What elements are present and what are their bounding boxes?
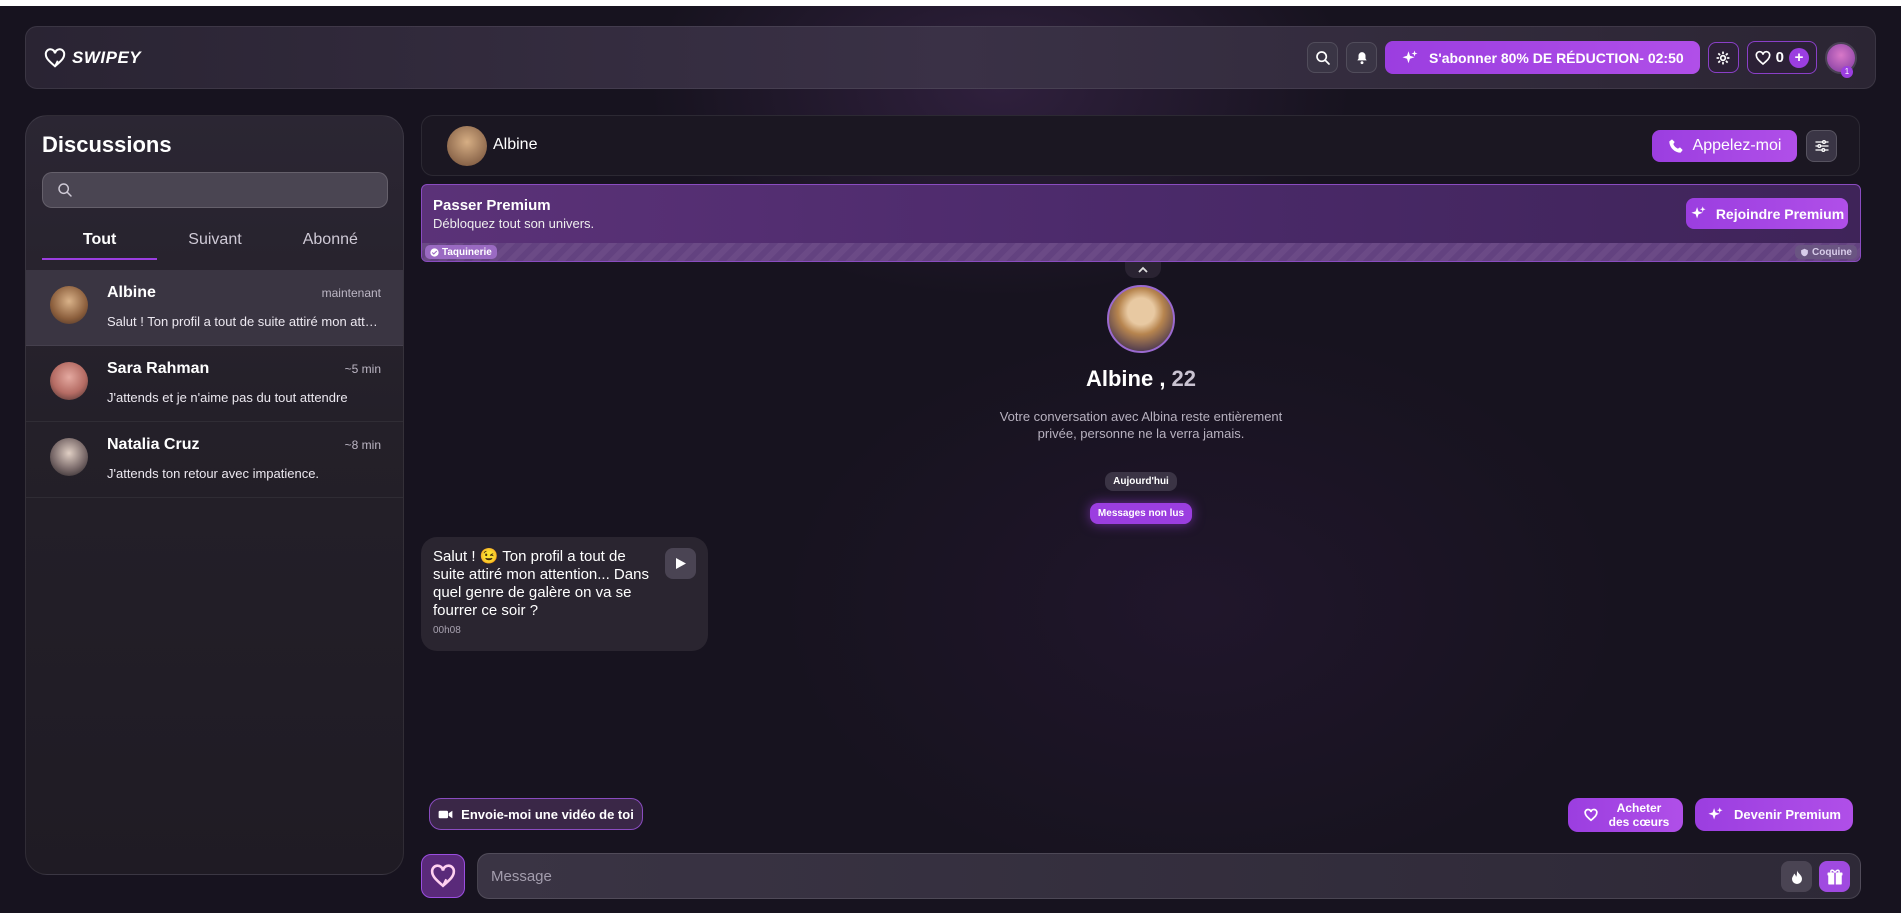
- sliders-icon: [1814, 140, 1829, 152]
- buy-hearts-label-line2: des cœurs: [1608, 815, 1670, 829]
- profile-name: Albine: [1085, 366, 1154, 391]
- gift-icon: [1827, 869, 1842, 884]
- conversation-time: maintenant: [321, 286, 381, 300]
- play-audio-button[interactable]: [665, 548, 696, 579]
- level-current-tag: Taquinerie: [425, 245, 497, 259]
- level-next-label: Coquine: [1812, 246, 1852, 258]
- buy-hearts-button[interactable]: Acheter des cœurs: [1568, 798, 1683, 832]
- user-avatar[interactable]: 1: [1825, 41, 1857, 78]
- subscribe-label: S'abonner 80% DE RÉDUCTION- 02:50: [1429, 49, 1684, 66]
- conversation-name: Sara Rahman: [107, 360, 210, 377]
- profile-age: 22: [1171, 366, 1197, 391]
- gift-button[interactable]: [1819, 861, 1850, 892]
- play-icon: [675, 558, 686, 569]
- subscribe-button[interactable]: S'abonner 80% DE RÉDUCTION- 02:50: [1385, 41, 1700, 74]
- heart-icon: [1584, 808, 1598, 822]
- message-bubble: Salut ! 😉 Ton profil a tout de suite att…: [421, 537, 708, 651]
- profile-name-age: Albine , 22: [1085, 366, 1197, 391]
- join-premium-button[interactable]: Rejoindre Premium: [1686, 198, 1848, 229]
- profile-avatar[interactable]: [1107, 285, 1175, 353]
- conversation-name: Natalia Cruz: [107, 436, 200, 453]
- message-input[interactable]: [491, 867, 1691, 885]
- message-time: 00h08: [433, 625, 461, 636]
- avatar: [50, 438, 88, 476]
- sparkles-icon: [1708, 807, 1723, 820]
- sparkles-icon: [1691, 206, 1706, 219]
- heart-logo-icon: [44, 47, 66, 68]
- search-icon: [58, 183, 72, 197]
- premium-banner: Passer Premium Débloquez tout son univer…: [421, 184, 1861, 262]
- premium-subtitle: Débloquez tout son univers.: [433, 216, 595, 231]
- bell-icon: [1356, 51, 1367, 64]
- sidebar-title: Discussions: [42, 132, 172, 157]
- level-progress-bar: Taquinerie Coquine: [422, 243, 1860, 261]
- video-camera-icon: [438, 810, 453, 818]
- avatar: [50, 362, 88, 400]
- conversation-item-natalia-cruz[interactable]: Natalia Cruz ~8 min J'attends ton retour…: [26, 422, 403, 498]
- tab-suivant[interactable]: Suivant: [157, 224, 272, 260]
- logo[interactable]: SWIPEY: [44, 47, 141, 69]
- date-pill: Aujourd'hui: [1105, 472, 1177, 491]
- message-text: Salut ! 😉 Ton profil a tout de suite att…: [433, 548, 649, 619]
- chat-settings-button[interactable]: [1806, 130, 1837, 162]
- sparkles-icon: [1402, 50, 1418, 63]
- conversation-preview: J'attends ton retour avec impatience.: [107, 466, 320, 481]
- level-next-tag: Coquine: [1795, 245, 1857, 259]
- contact-avatar[interactable]: [447, 126, 487, 166]
- tab-tout[interactable]: Tout: [42, 224, 158, 260]
- search-button[interactable]: [1307, 42, 1339, 73]
- call-label: Appelez-moi: [1692, 137, 1782, 154]
- fire-icon: [1791, 870, 1802, 884]
- send-heart-button[interactable]: [421, 854, 465, 898]
- buy-hearts-label-line1: Acheter: [1616, 801, 1662, 815]
- notifications-button[interactable]: [1346, 42, 1378, 73]
- become-premium-button[interactable]: Devenir Premium: [1695, 798, 1853, 831]
- conversation-time: ~8 min: [344, 438, 381, 452]
- gear-icon: [1716, 51, 1730, 64]
- shield-icon: [1801, 248, 1808, 256]
- tab-abonne[interactable]: Abonné: [273, 224, 388, 260]
- sidebar-search[interactable]: [42, 172, 388, 208]
- become-premium-label: Devenir Premium: [1734, 807, 1841, 822]
- buy-hearts-label: Acheter des cœurs: [1608, 801, 1670, 829]
- heart-icon: [1755, 50, 1771, 65]
- heart-icon: [430, 864, 456, 888]
- conversation-list: Albine maintenant Salut ! Ton profil a t…: [26, 270, 403, 498]
- search-icon: [1315, 50, 1330, 65]
- phone-icon: [1668, 139, 1683, 153]
- level-current-label: Taquinerie: [442, 246, 492, 258]
- chevron-up-icon: [1138, 266, 1148, 273]
- conversation-preview: Salut ! Ton profil a tout de suite attir…: [107, 314, 383, 329]
- avatar: [50, 286, 88, 324]
- conversation-preview: J'attends et je n'aime pas du tout atten…: [107, 390, 348, 405]
- collapse-banner-button[interactable]: [1125, 262, 1161, 278]
- check-circle-icon: [430, 247, 439, 257]
- logo-text: SWIPEY: [72, 47, 142, 67]
- conversation-item-sara-rahman[interactable]: Sara Rahman ~5 min J'attends et je n'aim…: [26, 346, 403, 422]
- conversation-time: ~5 min: [344, 362, 381, 376]
- join-premium-label: Rejoindre Premium: [1715, 205, 1845, 222]
- notification-badge: 1: [1841, 65, 1853, 78]
- discussion-tabs: Tout Suivant Abonné: [42, 224, 388, 260]
- settings-gear-button[interactable]: [1707, 42, 1739, 73]
- top-header: SWIPEY S'abonner 80% DE RÉDUCTION- 02:50…: [25, 26, 1876, 89]
- add-hearts-button[interactable]: +: [1789, 47, 1809, 68]
- suggestion-video-button[interactable]: Envoie-moi une vidéo de toi: [429, 798, 643, 830]
- premium-title: Passer Premium: [433, 197, 551, 214]
- fire-button[interactable]: [1781, 861, 1812, 892]
- conversation-name: Albine: [107, 284, 156, 301]
- hearts-balance[interactable]: 0 +: [1746, 41, 1817, 74]
- suggestion-label: Envoie-moi une vidéo de toi: [461, 806, 634, 822]
- hearts-count: 0: [1775, 49, 1784, 66]
- privacy-note: Votre conversation avec Albina reste ent…: [999, 409, 1283, 441]
- call-button[interactable]: Appelez-moi: [1652, 130, 1797, 162]
- discussions-sidebar: Discussions Tout Suivant Abonné Albine m…: [25, 115, 404, 875]
- conversation-item-albine[interactable]: Albine maintenant Salut ! Ton profil a t…: [26, 270, 403, 346]
- chat-header: Albine Appelez-moi: [421, 115, 1860, 176]
- unread-pill: Messages non lus: [1090, 503, 1192, 524]
- message-input-bar: [477, 853, 1861, 899]
- contact-name[interactable]: Albine: [493, 136, 537, 154]
